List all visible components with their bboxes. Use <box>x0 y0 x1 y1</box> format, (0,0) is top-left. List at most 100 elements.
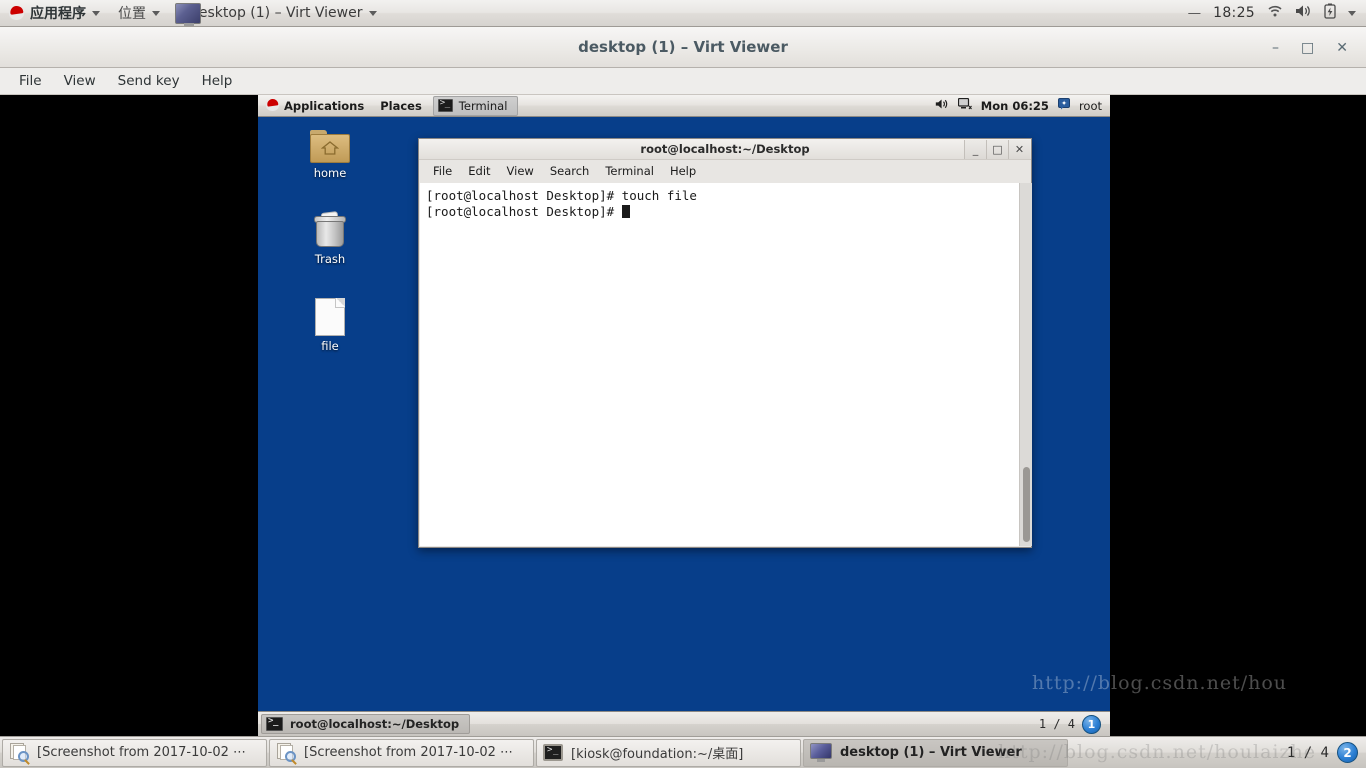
guest-taskbar-item-label: root@localhost:~/Desktop <box>290 717 460 731</box>
menu-file[interactable]: File <box>8 70 53 92</box>
terminal-menu-search[interactable]: Search <box>542 162 598 180</box>
taskbar-item-label: [Screenshot from 2017-10-02 ⋯ <box>304 745 514 760</box>
screenshot-icon <box>276 743 296 762</box>
maximize-button[interactable]: □ <box>1301 41 1314 55</box>
screenshot-icon <box>9 743 29 762</box>
desktop-icon-home[interactable]: home <box>294 130 366 180</box>
terminal-icon <box>543 744 563 761</box>
guest-applications-menu[interactable]: Applications <box>258 95 372 117</box>
guest-places-label: Places <box>380 98 422 113</box>
home-folder-icon <box>310 130 350 163</box>
terminal-menu-file[interactable]: File <box>425 162 460 180</box>
user-icon: ✦ <box>1057 98 1070 113</box>
host-applications-menu[interactable]: 应用程序 <box>0 0 109 27</box>
document-file-icon <box>315 298 345 336</box>
host-applications-label: 应用程序 <box>30 6 86 22</box>
terminal-output[interactable]: [root@localhost Desktop]# touch file [ro… <box>420 183 1019 546</box>
guest-top-panel: Applications Places Terminal Mon 06 <box>258 95 1110 117</box>
svg-text:✦: ✦ <box>1061 100 1067 108</box>
terminal-title: root@localhost:~/Desktop <box>640 142 810 156</box>
desktop-icon-file[interactable]: file <box>294 298 366 353</box>
desktop-icon-home-label: home <box>313 166 347 180</box>
terminal-maximize-button[interactable]: □ <box>986 140 1008 159</box>
network-icon[interactable] <box>957 97 972 113</box>
terminal-body[interactable]: [root@localhost Desktop]# touch file [ro… <box>420 183 1032 546</box>
host-dash-indicator: — <box>1187 5 1202 21</box>
host-taskbar: [Screenshot from 2017-10-02 ⋯ [Screensho… <box>0 736 1366 768</box>
terminal-titlebar: root@localhost:~/Desktop _ □ ✕ <box>419 139 1031 160</box>
virt-viewer-title: desktop (1) – Virt Viewer <box>578 38 788 56</box>
terminal-scrollbar[interactable] <box>1019 183 1032 546</box>
volume-icon[interactable] <box>935 98 949 113</box>
guest-taskbar-item-terminal[interactable]: root@localhost:~/Desktop <box>261 714 471 734</box>
guest-clock[interactable]: Mon 06:25 <box>981 99 1049 113</box>
guest-status-area: Mon 06:25 ✦ root <box>935 97 1110 113</box>
trash-icon <box>314 210 346 249</box>
guest-window-list-terminal[interactable]: Terminal <box>432 95 519 116</box>
taskbar-item-kiosk-terminal[interactable]: [kiosk@foundation:~/桌面] <box>536 738 801 767</box>
guest-task-label: Terminal <box>458 98 508 113</box>
host-status-area: — 18:25 <box>1188 3 1366 23</box>
terminal-scrollbar-thumb[interactable] <box>1023 467 1030 542</box>
guest-workspace-badge[interactable]: 1 <box>1082 714 1101 734</box>
chevron-down-icon <box>369 10 378 16</box>
taskbar-item-screenshot-2[interactable]: [Screenshot from 2017-10-02 ⋯ <box>269 738 534 767</box>
guest-places-menu[interactable]: Places <box>372 95 430 117</box>
terminal-icon <box>437 98 453 112</box>
terminal-icon <box>266 716 283 731</box>
screen-root: 应用程序 位置 desktop (1) – Virt Viewer — 18:2… <box>0 0 1366 768</box>
host-workspace-text: 1 / 4 <box>1286 744 1329 761</box>
virt-viewer-canvas[interactable]: Applications Places Terminal Mon 06 <box>0 95 1366 736</box>
terminal-menu-terminal[interactable]: Terminal <box>597 162 662 180</box>
menu-send-key[interactable]: Send key <box>107 70 191 92</box>
redhat-logo-icon <box>266 98 279 112</box>
terminal-close-button[interactable]: ✕ <box>1008 140 1030 159</box>
terminal-window[interactable]: root@localhost:~/Desktop _ □ ✕ File Edit… <box>418 138 1032 548</box>
chevron-down-icon[interactable] <box>1348 10 1356 16</box>
virt-viewer-window-controls: – □ ✕ <box>1272 27 1358 68</box>
taskbar-item-screenshot-1[interactable]: [Screenshot from 2017-10-02 ⋯ <box>2 738 267 767</box>
host-top-panel: 应用程序 位置 desktop (1) – Virt Viewer — 18:2… <box>0 0 1366 27</box>
volume-icon[interactable] <box>1295 4 1312 22</box>
terminal-menubar: File Edit View Search Terminal Help <box>419 160 1031 182</box>
chevron-down-icon <box>92 10 100 16</box>
redhat-logo-icon <box>9 4 24 21</box>
virt-viewer-icon <box>175 2 201 26</box>
taskbar-item-label: desktop (1) – Virt Viewer <box>840 745 1022 760</box>
taskbar-item-virt-viewer[interactable]: desktop (1) – Virt Viewer <box>803 738 1068 767</box>
menu-view[interactable]: View <box>53 70 107 92</box>
menu-help[interactable]: Help <box>191 70 244 92</box>
host-places-menu[interactable]: 位置 <box>109 0 169 27</box>
virt-viewer-titlebar: desktop (1) – Virt Viewer – □ ✕ <box>0 27 1366 68</box>
host-active-window-menu[interactable]: desktop (1) – Virt Viewer <box>169 0 387 27</box>
guest-applications-label: Applications <box>284 98 365 113</box>
virt-viewer-icon <box>810 743 832 762</box>
taskbar-item-label: [Screenshot from 2017-10-02 ⋯ <box>37 745 247 760</box>
terminal-menu-edit[interactable]: Edit <box>460 162 498 180</box>
guest-user-label[interactable]: root <box>1079 99 1102 113</box>
desktop-icon-file-label: file <box>321 339 339 353</box>
terminal-minimize-button[interactable]: _ <box>964 140 986 159</box>
guest-workspace-area: 1 / 4 1 <box>1038 714 1107 734</box>
host-workspace-badge[interactable]: 2 <box>1337 742 1358 763</box>
host-places-label: 位置 <box>118 6 146 22</box>
chevron-down-icon <box>152 10 160 16</box>
close-button[interactable]: ✕ <box>1336 41 1348 55</box>
terminal-line-1: [root@localhost Desktop]# touch file <box>426 188 697 203</box>
host-clock[interactable]: 18:25 <box>1213 5 1255 21</box>
terminal-window-controls: _ □ ✕ <box>964 139 1030 160</box>
desktop-icon-trash[interactable]: Trash <box>294 210 366 266</box>
terminal-menu-help[interactable]: Help <box>662 162 704 180</box>
host-active-window-label: desktop (1) – Virt Viewer <box>190 5 363 21</box>
taskbar-item-label: [kiosk@foundation:~/桌面] <box>571 747 744 762</box>
battery-charging-icon[interactable] <box>1324 3 1336 23</box>
virt-viewer-menubar: File View Send key Help <box>0 68 1366 95</box>
terminal-menu-view[interactable]: View <box>499 162 542 180</box>
wifi-icon[interactable] <box>1267 4 1283 22</box>
guest-bottom-panel: root@localhost:~/Desktop 1 / 4 1 <box>258 711 1110 736</box>
terminal-line-2: [root@localhost Desktop]# <box>426 203 622 219</box>
desktop-icon-trash-label: Trash <box>314 252 346 266</box>
guest-workspace-text: 1 / 4 <box>1038 717 1075 731</box>
minimize-button[interactable]: – <box>1272 41 1279 55</box>
guest-desktop[interactable]: Applications Places Terminal Mon 06 <box>258 95 1110 736</box>
